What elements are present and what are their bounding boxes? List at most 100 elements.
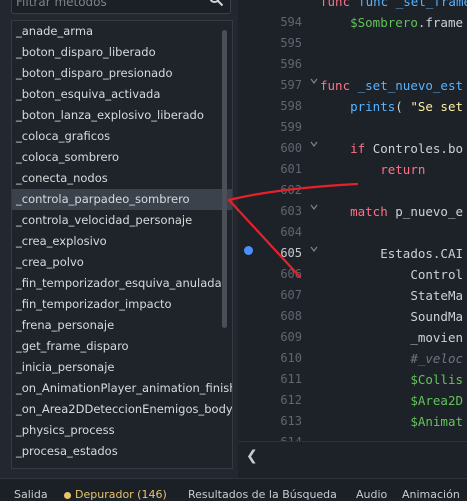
line-number: 594 (280, 15, 302, 29)
code-token: Estados.CAI (380, 246, 464, 261)
line-number: 612 (280, 393, 302, 407)
method-item[interactable]: _controla_velocidad_personaje (12, 210, 232, 231)
method-item[interactable]: _crea_explosivo (12, 231, 232, 252)
line-number: 610 (280, 351, 302, 365)
line-number: 601 (280, 162, 302, 176)
code-token: _movien (410, 330, 463, 345)
debugger-status-icon (64, 491, 71, 499)
fold-arrow-icon[interactable] (310, 77, 318, 85)
code-line: _movien (320, 327, 467, 348)
tab-output[interactable]: Salida (14, 488, 48, 501)
line-number (270, 0, 302, 12)
code-token: SoundMa (410, 309, 463, 324)
method-item[interactable]: _fin_temporizador_impacto (12, 294, 232, 315)
code-line: prints( "Se set (320, 96, 467, 117)
code-line: func _set_nuevo_est (320, 75, 467, 96)
method-list-scrollbar[interactable] (222, 30, 227, 328)
editor-bottom-bar: ❮ (238, 441, 467, 470)
method-item[interactable]: _procesa_estados (12, 441, 232, 462)
line-number: 613 (280, 414, 302, 428)
breakpoint-icon[interactable] (244, 246, 253, 255)
line-number: 604 (280, 225, 302, 239)
code-token: .frame (417, 15, 463, 30)
code-token: Controles.bo (365, 141, 464, 156)
code-line: $Animat (320, 411, 467, 432)
method-item[interactable]: _frena_personaje (12, 315, 232, 336)
code-editor[interactable]: 594 595 596 597 598 599 600 601 602 603 … (238, 0, 467, 441)
code-line: return (320, 159, 467, 180)
code-line: SoundMa (320, 306, 467, 327)
line-number-current: 605 (280, 246, 302, 260)
method-item-selected[interactable]: _controla_parpadeo_sombrero (12, 189, 232, 210)
code-text[interactable]: funcfunc _set_frame_som $Sombrero.frame … (320, 0, 467, 432)
line-number: 606 (280, 267, 302, 281)
search-icon[interactable] (208, 0, 224, 7)
line-number: 598 (280, 99, 302, 113)
code-line: if Controles.bo (320, 138, 467, 159)
bottom-panel-tabs: Salida Depurador (146) Resultados de la … (0, 478, 467, 501)
line-number: 599 (280, 120, 302, 134)
code-token: StateMa (410, 288, 463, 303)
filter-methods-input[interactable]: Filtrar métodos (11, 0, 231, 14)
method-item[interactable]: _inicia_personaje (12, 357, 232, 378)
tab-search-results[interactable]: Resultados de la Búsqueda (188, 488, 337, 501)
code-token: p_nuevo_e (387, 204, 464, 219)
code-token: ( (395, 99, 411, 114)
method-item[interactable]: _physics_process (12, 420, 232, 441)
method-item[interactable]: _coloca_sombrero (12, 147, 232, 168)
method-item[interactable]: _coloca_graficos (12, 126, 232, 147)
line-number: 608 (280, 309, 302, 323)
method-item[interactable]: _fin_temporizador_esquiva_anulada (12, 273, 232, 294)
tab-animation[interactable]: Animación (402, 488, 460, 501)
code-token: $Animat (410, 414, 463, 429)
fold-arrow-icon[interactable] (310, 245, 318, 253)
code-line: funcfunc _set_frame_som (320, 0, 467, 12)
code-line: Estados.CAI (320, 243, 467, 264)
code-token: #_veloc (410, 351, 463, 366)
methods-panel: Filtrar métodos _anade_arma _boton_dispa… (0, 0, 238, 478)
code-token: _set_nuevo_est (350, 78, 463, 93)
line-number: 609 (280, 330, 302, 344)
method-item[interactable]: _boton_disparo_presionado (12, 63, 232, 84)
tab-debugger[interactable]: Depurador (146) (64, 488, 167, 501)
code-token: $Area2D (410, 393, 463, 408)
code-token: $Collis (410, 372, 463, 387)
line-number: 603 (280, 204, 302, 218)
code-token: prints (350, 99, 396, 114)
code-line: StateMa (320, 285, 467, 306)
filter-placeholder: Filtrar métodos (16, 0, 107, 9)
line-number: 614 (270, 432, 302, 441)
line-number: 600 (280, 141, 302, 155)
tab-audio[interactable]: Audio (356, 488, 387, 501)
code-token: if (350, 141, 366, 156)
method-item[interactable]: _boton_lanza_explosivo_liberado (12, 105, 232, 126)
line-number: 602 (280, 183, 302, 197)
chevron-left-icon[interactable]: ❮ (246, 448, 258, 464)
method-list: _anade_arma _boton_disparo_liberado _bot… (11, 20, 233, 469)
method-item[interactable]: _anade_arma (12, 21, 232, 42)
method-item[interactable]: _on_Area2DDeteccionEnemigos_body_entered (12, 399, 232, 420)
fold-arrow-icon[interactable] (310, 203, 318, 211)
fold-arrow-icon[interactable] (310, 140, 318, 148)
code-token: Control (410, 267, 463, 282)
method-item[interactable]: _conecta_nodos (12, 168, 232, 189)
method-item[interactable]: _boton_disparo_liberado (12, 42, 232, 63)
line-number: 597 (280, 78, 302, 92)
line-number: 607 (280, 288, 302, 302)
method-item[interactable]: _get_frame_disparo (12, 336, 232, 357)
method-item[interactable]: _on_AnimationPlayer_animation_finished (12, 378, 232, 399)
code-token: func _set_frame_som (358, 0, 467, 9)
code-line: $Area2D (320, 390, 467, 411)
method-item[interactable]: _boton_esquiva_activada (12, 84, 232, 105)
line-number: 595 (280, 36, 302, 50)
code-line: #_veloc (320, 348, 467, 369)
code-token: $Sombrero (350, 15, 418, 30)
line-number: 611 (280, 372, 302, 386)
method-item[interactable]: _crea_polvo (12, 252, 232, 273)
code-line: $Collis (320, 369, 467, 390)
